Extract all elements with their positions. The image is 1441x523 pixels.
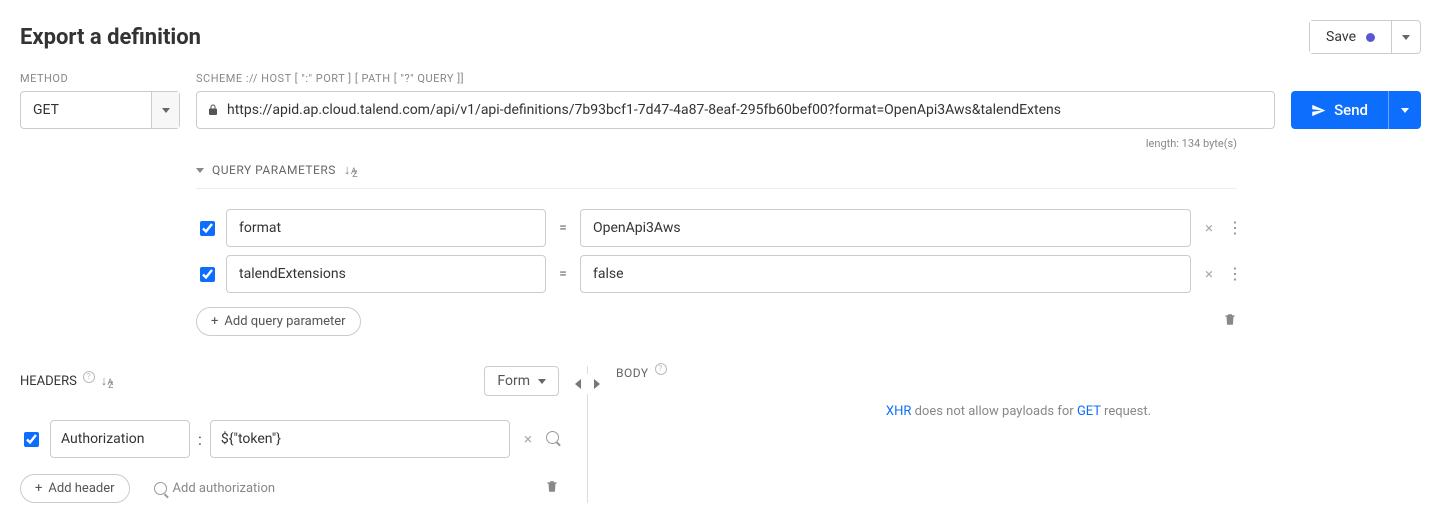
send-label: Send — [1334, 101, 1368, 119]
header-name-input[interactable]: Authorization — [50, 420, 190, 458]
unsaved-indicator-icon — [1366, 33, 1375, 42]
magic-wand-icon[interactable] — [546, 431, 559, 448]
save-button-group: Save — [1309, 20, 1421, 54]
xhr-keyword: XHR — [886, 404, 911, 419]
body-title: BODY — [616, 366, 649, 380]
param-enable-checkbox[interactable] — [200, 221, 215, 236]
plus-icon: + — [211, 314, 218, 329]
param-value-input[interactable]: false — [580, 255, 1191, 293]
param-name-input[interactable]: talendExtensions — [226, 255, 546, 293]
add-auth-label: Add authorization — [173, 481, 276, 496]
add-header-label: Add header — [48, 481, 114, 496]
chevron-down-icon — [1401, 108, 1409, 113]
method-label: METHOD — [20, 72, 196, 85]
lock-icon — [207, 103, 219, 117]
url-text: https://apid.ap.cloud.talend.com/api/v1/… — [227, 102, 1264, 118]
query-parameters-title: QUERY PARAMETERS — [212, 163, 336, 177]
row-menu-icon[interactable]: ⋮ — [1227, 220, 1237, 236]
headers-mode-select[interactable]: Form — [484, 366, 559, 396]
plus-icon: + — [35, 481, 42, 496]
url-length: length: 134 byte(s) — [1146, 137, 1237, 150]
delete-all-headers-button[interactable] — [545, 479, 559, 498]
param-value-input[interactable]: OpenApi3Aws — [580, 209, 1191, 247]
method-select[interactable]: GET — [20, 91, 180, 129]
headers-mode-label: Form — [497, 373, 530, 389]
header-value-input[interactable]: ${"token"} — [210, 420, 510, 458]
header-row: Authorization : ${"token"} × — [20, 420, 559, 458]
add-authorization-button[interactable]: Add authorization — [154, 481, 276, 496]
trash-icon — [545, 479, 559, 494]
auth-icon — [154, 482, 167, 495]
equals-sign: = — [554, 266, 572, 282]
delete-all-params-button[interactable] — [1223, 312, 1237, 331]
sort-icon[interactable]: ↓AZ — [101, 373, 119, 389]
save-button[interactable]: Save — [1310, 21, 1391, 53]
trash-icon — [1223, 312, 1237, 327]
send-icon — [1311, 103, 1326, 118]
collapse-body-icon[interactable] — [587, 374, 607, 394]
clear-icon[interactable]: × — [518, 430, 538, 448]
url-input[interactable]: https://apid.ap.cloud.talend.com/api/v1/… — [196, 91, 1275, 129]
send-button[interactable]: Send — [1291, 91, 1388, 129]
help-icon[interactable]: ? — [83, 371, 95, 383]
method-value: GET — [21, 92, 151, 128]
collapse-icon[interactable] — [196, 168, 204, 173]
param-name-input[interactable]: format — [226, 209, 546, 247]
page-title: Export a definition — [20, 25, 201, 50]
chevron-down-icon — [538, 379, 546, 384]
clear-icon[interactable]: × — [1199, 219, 1219, 237]
save-dropdown[interactable] — [1391, 21, 1420, 53]
clear-icon[interactable]: × — [1199, 265, 1219, 283]
get-keyword: GET — [1077, 404, 1101, 419]
collapse-headers-icon[interactable] — [568, 374, 588, 394]
add-query-parameter-button[interactable]: + Add query parameter — [196, 307, 361, 336]
colon: : — [198, 430, 202, 449]
body-message: XHR does not allow payloads for GET requ… — [616, 404, 1421, 419]
header-enable-checkbox[interactable] — [24, 432, 39, 447]
param-enable-checkbox[interactable] — [200, 267, 215, 282]
query-param-row: format = OpenApi3Aws × ⋮ — [196, 209, 1237, 247]
method-dropdown-trigger[interactable] — [151, 92, 179, 128]
equals-sign: = — [554, 220, 572, 236]
query-param-row: talendExtensions = false × ⋮ — [196, 255, 1237, 293]
send-button-group: Send — [1291, 91, 1421, 129]
chevron-down-icon — [162, 108, 170, 113]
help-icon[interactable]: ? — [655, 363, 667, 375]
scheme-label: SCHEME :// HOST [ ":" PORT ] [ PATH [ "?… — [196, 72, 464, 85]
send-dropdown[interactable] — [1388, 91, 1421, 129]
headers-title: HEADERS — [20, 374, 77, 389]
add-qp-label: Add query parameter — [224, 314, 345, 329]
chevron-down-icon — [1402, 35, 1410, 40]
row-menu-icon[interactable]: ⋮ — [1227, 266, 1237, 282]
sort-icon[interactable]: ↓AZ — [344, 162, 363, 178]
add-header-button[interactable]: + Add header — [20, 474, 130, 503]
save-label: Save — [1326, 29, 1356, 45]
